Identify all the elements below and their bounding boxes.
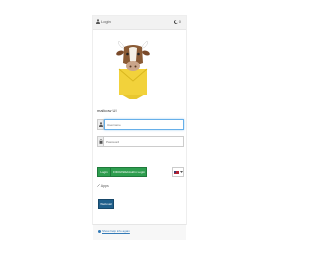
lock-addon (97, 136, 104, 147)
username-field (97, 119, 184, 130)
webauthn-label: FIDO2/WebAuthn Login (113, 170, 145, 174)
info-icon (98, 229, 101, 233)
moon-icon (173, 19, 178, 24)
webauthn-login-button[interactable]: FIDO2/WebAuthn Login (110, 167, 147, 177)
user-icon (98, 122, 103, 127)
login-button[interactable]: Login (97, 167, 111, 177)
password-field (97, 136, 184, 147)
apps-icon (97, 184, 100, 187)
theme-badge: 0 (178, 19, 181, 24)
login-nav-link[interactable]: Login (96, 19, 111, 24)
top-navbar: Login 0 (93, 16, 186, 30)
user-icon (96, 19, 100, 24)
apps-label: Apps (100, 184, 109, 188)
chevron-down-icon (179, 171, 183, 173)
cow-mascot-logo (116, 41, 150, 99)
welcome-heading: mailcow UI (97, 108, 117, 113)
footer-bar: Show help info again (93, 224, 186, 240)
username-input[interactable] (104, 119, 184, 130)
webmail-button[interactable]: Webmail (98, 199, 114, 209)
user-addon (97, 119, 104, 130)
password-input[interactable] (104, 136, 184, 147)
theme-toggle[interactable]: 0 (173, 19, 181, 24)
apps-heading: Apps (97, 184, 109, 188)
lock-icon (99, 139, 102, 144)
us-flag-icon (173, 170, 179, 174)
login-nav-label: Login (101, 19, 111, 24)
show-help-link[interactable]: Show help info again (98, 229, 130, 233)
show-help-label: Show help info again (102, 229, 130, 233)
login-panel: Login 0 mailcow UI Username Login FIDO2/… (92, 15, 187, 240)
language-select[interactable] (172, 167, 184, 177)
